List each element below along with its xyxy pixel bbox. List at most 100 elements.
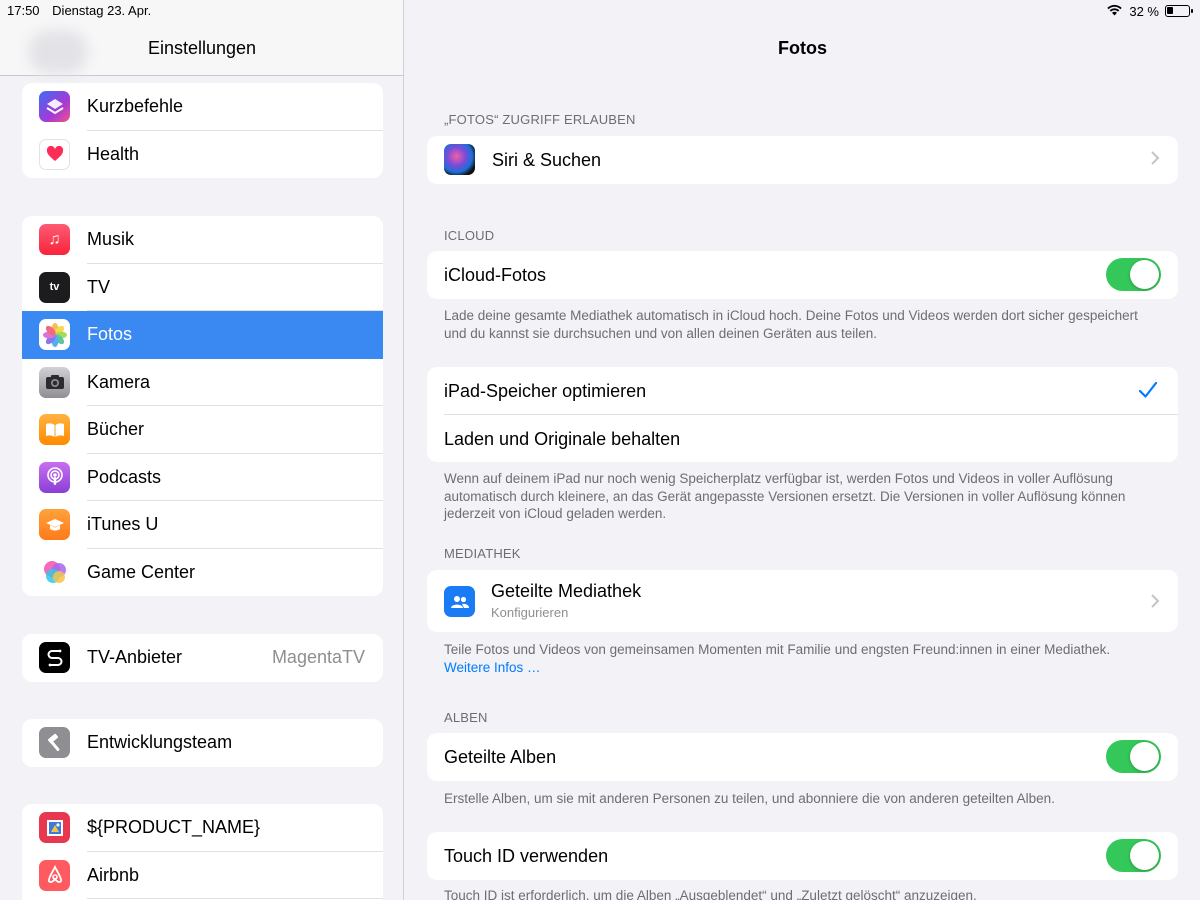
sidebar-item-airbnb[interactable]: Airbnb <box>22 852 383 899</box>
heart-icon <box>39 138 70 170</box>
sidebar-item-label: ${PRODUCT_NAME} <box>87 817 261 838</box>
toggle-knob <box>1130 742 1159 771</box>
sidebar-group-apps: ${PRODUCT_NAME} Airbnb <box>22 804 383 900</box>
sidebar-title: Einstellungen <box>147 38 257 58</box>
shared-library-row[interactable]: Geteilte Mediathek Konfigurieren <box>427 570 1178 632</box>
touch-id-label: Touch ID verwenden <box>444 846 609 866</box>
sidebar-group-health: Kurzbefehle Health <box>22 83 383 178</box>
storage-option-keep-originals[interactable]: Laden und Originale behalten <box>427 415 1178 463</box>
podcast-icon <box>39 461 70 493</box>
touchid-footer: Touch ID ist erforderlich, um die Alben … <box>444 888 977 900</box>
albums-footer: Erstelle Alben, um sie mit anderen Perso… <box>444 791 1055 806</box>
sidebar-item-health[interactable]: Health <box>22 131 383 179</box>
sidebar-item-entwicklungsteam[interactable]: Entwicklungsteam <box>22 719 383 767</box>
shared-albums-label: Geteilte Alben <box>444 747 557 767</box>
sidebar-group-developer: Entwicklungsteam <box>22 719 383 767</box>
sidebar-item-game-center[interactable]: Game Center <box>22 549 383 597</box>
sidebar-item-tv-anbieter[interactable]: TV-Anbieter MagentaTV <box>22 634 383 682</box>
apple-tv-icon: tv <box>39 271 70 303</box>
section-header-albums: ALBEN <box>444 710 488 725</box>
library-footer: Teile Fotos und Videos von gemeinsamen M… <box>444 641 1154 676</box>
sidebar-item-tv[interactable]: tv TV <box>22 264 383 311</box>
siri-search-label: Siri & Suchen <box>492 150 602 170</box>
library-footer-text: Teile Fotos und Videos von gemeinsamen M… <box>444 642 1111 657</box>
photos-flower-icon <box>39 319 70 350</box>
sidebar-item-label: Game Center <box>87 561 196 582</box>
section-header-icloud: ICLOUD <box>444 228 495 243</box>
card-storage: iPad-Speicher optimieren Laden und Origi… <box>427 367 1178 462</box>
card-albums: Geteilte Alben <box>427 733 1178 781</box>
card-icloud: iCloud-Fotos <box>427 251 1178 299</box>
sidebar-item-fotos[interactable]: Fotos <box>22 311 383 359</box>
storage-footer: Wenn auf deinem iPad nur noch wenig Spei… <box>444 471 1126 521</box>
sidebar-item-label: Health <box>87 143 140 164</box>
game-center-icon <box>39 557 70 588</box>
status-time: 17:50 <box>7 3 40 18</box>
status-bar: 17:50 Dienstag 23. Apr. 32 % <box>0 0 1200 22</box>
sidebar-item-label: Podcasts <box>87 466 162 487</box>
siri-icon <box>444 144 475 175</box>
storage-option-optimize[interactable]: iPad-Speicher optimieren <box>427 367 1178 415</box>
divider <box>87 898 383 899</box>
sidebar-item-podcasts[interactable]: Podcasts <box>22 454 383 501</box>
sidebar-item-product-name[interactable]: ${PRODUCT_NAME} <box>22 804 383 852</box>
product-app-icon <box>39 812 70 843</box>
sidebar-item-label: Kurzbefehle <box>87 96 184 117</box>
battery-icon <box>1165 5 1193 17</box>
hammer-icon <box>39 727 70 758</box>
icloud-photos-row: iCloud-Fotos <box>427 251 1178 299</box>
icloud-footer: Lade deine gesamte Mediathek automatisch… <box>444 308 1138 341</box>
more-info-link[interactable]: Weitere Infos … <box>444 660 541 675</box>
shared-albums-row: Geteilte Alben <box>427 733 1178 781</box>
sidebar-group-media: ♫ Musik tv TV Fotos Kamera Bücher Podcas… <box>22 216 383 596</box>
sidebar-item-label: Musik <box>87 229 135 250</box>
icloud-photos-label: iCloud-Fotos <box>444 265 547 285</box>
storage-option-label: iPad-Speicher optimieren <box>444 381 647 401</box>
detail-pane: Fotos „FOTOS“ ZUGRIFF ERLAUBEN Siri & Su… <box>405 0 1200 900</box>
touch-id-row: Touch ID verwenden <box>427 832 1178 880</box>
chevron-right-icon <box>1150 593 1160 609</box>
sidebar: Einstellungen Kurzbefehle Health ♫ Musik… <box>0 0 404 900</box>
sidebar-item-label: iTunes U <box>87 514 159 535</box>
sidebar-item-itunes-u[interactable]: iTunes U <box>22 501 383 549</box>
tv-provider-value: MagentaTV <box>271 647 365 668</box>
sidebar-item-label: Airbnb <box>87 864 140 885</box>
music-note-icon: ♫ <box>39 224 70 255</box>
sidebar-group-tv-provider: TV-Anbieter MagentaTV <box>22 634 383 682</box>
battery-percent: 32 % <box>1129 3 1159 19</box>
sidebar-item-label: Bücher <box>87 419 145 440</box>
toggle-knob <box>1130 260 1159 289</box>
chevron-right-icon <box>1150 150 1160 166</box>
battery-fill <box>1167 7 1173 14</box>
storage-option-label: Laden und Originale behalten <box>444 428 681 449</box>
checkmark-icon <box>1138 380 1158 400</box>
graduation-cap-icon <box>39 509 70 540</box>
section-header-library: MEDIATHEK <box>444 546 521 561</box>
shared-albums-toggle[interactable] <box>1106 740 1161 773</box>
book-icon <box>39 414 70 445</box>
sidebar-item-label: TV <box>87 276 111 297</box>
sidebar-item-label: TV-Anbieter <box>87 647 183 668</box>
tv-provider-icon <box>39 642 70 673</box>
sidebar-item-buecher[interactable]: Bücher <box>22 406 383 454</box>
siri-search-row[interactable]: Siri & Suchen <box>427 136 1178 184</box>
sidebar-item-kamera[interactable]: Kamera <box>22 359 383 406</box>
icloud-photos-toggle[interactable] <box>1106 258 1161 291</box>
sidebar-item-kurzbefehle[interactable]: Kurzbefehle <box>22 83 383 131</box>
toggle-knob <box>1130 841 1159 870</box>
card-library: Geteilte Mediathek Konfigurieren <box>427 570 1178 632</box>
card-access: Siri & Suchen <box>427 136 1178 184</box>
page-title: Fotos <box>778 38 827 58</box>
camera-icon <box>39 366 70 398</box>
status-date: Dienstag 23. Apr. <box>52 3 152 18</box>
airbnb-icon <box>39 859 70 891</box>
touch-id-toggle[interactable] <box>1106 839 1161 872</box>
wifi-icon <box>1106 3 1123 19</box>
card-touchid: Touch ID verwenden <box>427 832 1178 880</box>
sidebar-item-label: Fotos <box>87 324 133 345</box>
sidebar-item-label: Kamera <box>87 371 151 392</box>
sidebar-item-label: Entwicklungsteam <box>87 732 233 753</box>
shared-library-icon <box>444 586 475 617</box>
shortcuts-icon <box>39 91 70 122</box>
sidebar-item-musik[interactable]: ♫ Musik <box>22 216 383 264</box>
